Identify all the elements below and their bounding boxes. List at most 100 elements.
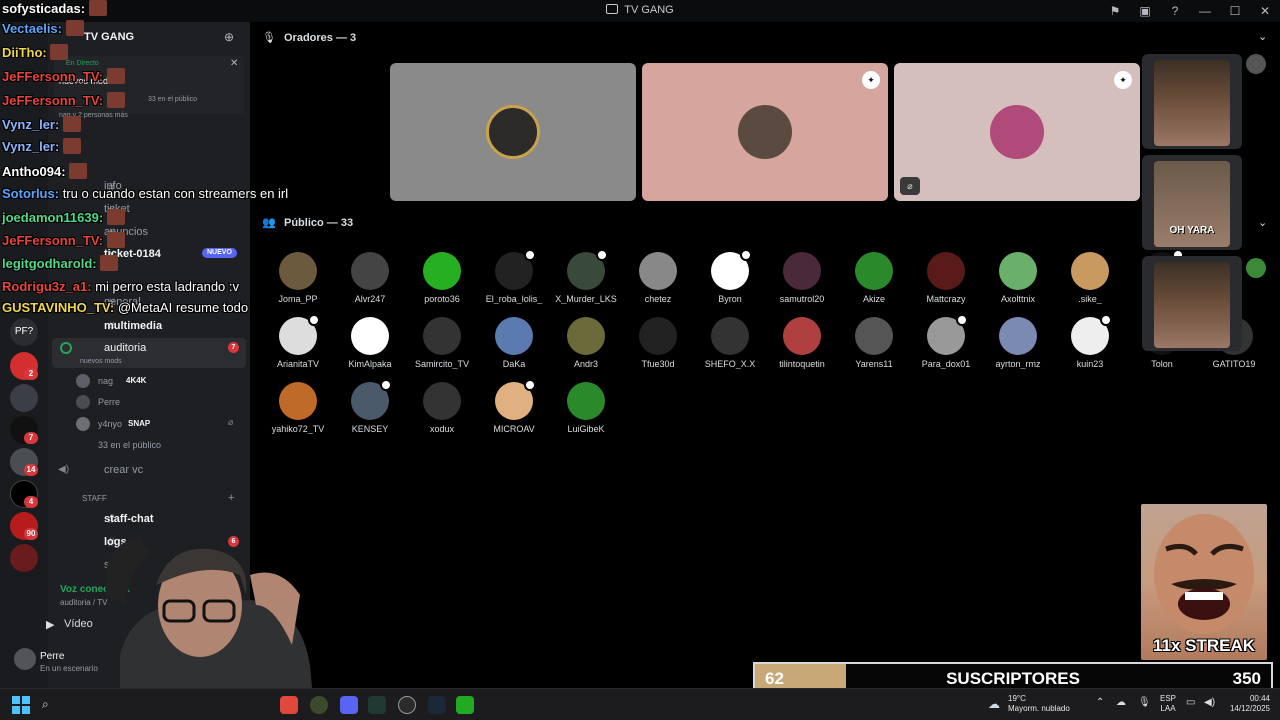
server-icon-pf[interactable]: PF? — [10, 318, 38, 346]
cloud-icon[interactable]: ☁ — [1116, 697, 1126, 708]
audience-member[interactable]: Byron — [694, 249, 766, 304]
audience-member[interactable]: ayrton_rmz — [982, 317, 1054, 369]
audience-member[interactable]: poroto36 — [406, 252, 478, 304]
camera-cell — [1142, 256, 1242, 351]
auditoria-badge: 7 — [228, 342, 239, 353]
minimize-button[interactable]: — — [1190, 4, 1220, 18]
audience-member[interactable]: chetez — [622, 252, 694, 304]
audience-name: tilintoquetin — [779, 359, 825, 369]
avatar — [495, 249, 536, 290]
windows-start-icon[interactable] — [12, 696, 30, 714]
server-icon-8[interactable] — [10, 544, 38, 572]
language-indicator[interactable]: ESP LAA — [1160, 694, 1176, 714]
voice-user-name[interactable]: y4nyo — [98, 419, 122, 429]
audience-member[interactable]: .sike_ — [1054, 252, 1126, 304]
avatar — [927, 314, 968, 355]
app-icon[interactable] — [456, 696, 474, 714]
inbox-icon[interactable]: ⚑ — [1100, 4, 1130, 18]
live-audience: 33 en el público — [148, 96, 198, 103]
audience-member[interactable]: xodux — [406, 382, 478, 434]
audience-member[interactable]: ArianitaTV — [262, 314, 334, 369]
add-member-icon[interactable]: ⊕ — [224, 30, 234, 44]
avatar — [1071, 252, 1109, 290]
audience-member[interactable]: Yarens11 — [838, 317, 910, 369]
app-icon[interactable] — [368, 696, 386, 714]
audience-count: 33 en el público — [98, 440, 162, 450]
microphone-icon[interactable]: 🎙 — [1138, 697, 1151, 708]
audience-member[interactable]: LuiGibeK — [550, 382, 622, 434]
audience-member[interactable]: Tfue30d — [622, 317, 694, 369]
chevron-up-icon[interactable]: ⌃ — [1096, 697, 1104, 708]
clock[interactable]: 00:44 14/12/2025 — [1226, 694, 1270, 714]
channel-general[interactable]: general — [104, 296, 141, 308]
volume-icon[interactable]: ◀) — [1204, 697, 1215, 708]
channel-info[interactable]: info — [104, 180, 122, 192]
audience-member[interactable]: Axolttnix — [982, 252, 1054, 304]
audience-member[interactable]: Andr3 — [550, 317, 622, 369]
live-pill: En Directo — [66, 60, 99, 67]
steam-icon[interactable] — [428, 696, 446, 714]
audience-member[interactable]: El_roba_lolis_ — [478, 249, 550, 304]
obs-icon[interactable] — [398, 696, 416, 714]
dismiss-icon[interactable]: ✕ — [230, 58, 238, 69]
help-icon[interactable]: ? — [1160, 4, 1190, 18]
audience-member[interactable]: SHEFO_X.X — [694, 317, 766, 369]
audience-member[interactable]: tilintoquetin — [766, 317, 838, 369]
channel-crear-vc[interactable]: crear vc — [104, 464, 143, 476]
audience-member[interactable]: X_Murder_LKS — [550, 249, 622, 304]
channel-auditoria-row[interactable]: auditoria nuevos mods 7 — [52, 338, 246, 368]
channel-ticket[interactable]: ticket — [104, 203, 130, 215]
speaker-icon: ◀) — [58, 464, 70, 475]
channel-staff-chat[interactable]: staff-chat — [104, 513, 154, 525]
close-button[interactable]: ✕ — [1250, 4, 1280, 18]
audience-member[interactable]: Para_dox01 — [910, 314, 982, 369]
channel-multimedia[interactable]: multimedia — [104, 320, 162, 332]
audience-member[interactable]: Mattcrazy — [910, 252, 982, 304]
channel-ticket-0184[interactable]: ticket-0184 — [104, 248, 161, 260]
speaker-tile[interactable]: ✦ — [642, 63, 888, 201]
audience-member[interactable]: MICROAV — [478, 379, 550, 434]
audience-name: Axolttnix — [1000, 294, 1035, 304]
live-stage-card[interactable]: En Directo nuevos mod nag y 2 personas m… — [54, 56, 244, 119]
app-icon[interactable] — [310, 696, 328, 714]
audience-member[interactable]: samutrol20 — [766, 252, 838, 304]
audience-member[interactable]: Joma_PP — [262, 252, 334, 304]
discord-icon[interactable] — [340, 696, 358, 714]
audience-member[interactable]: Alvr247 — [334, 252, 406, 304]
voice-user-name[interactable]: nag — [98, 376, 113, 386]
speaker-tile[interactable]: ✦ ⌀ — [894, 63, 1140, 201]
category-staff[interactable]: STAFF — [82, 494, 107, 503]
chevron-down-icon[interactable]: ⌄ — [1258, 216, 1267, 229]
server-icon-3[interactable] — [10, 384, 38, 412]
channel-anuncios[interactable]: anuncios — [104, 226, 148, 238]
user-avatar[interactable] — [14, 648, 36, 670]
audience-member[interactable]: yahiko72_TV — [262, 382, 334, 434]
lang-code: ESP — [1160, 694, 1177, 703]
audience-name: Samircito_TV — [414, 359, 469, 369]
audience-member[interactable]: Samircito_TV — [406, 317, 478, 369]
avatar — [486, 105, 540, 159]
brave-browser-icon[interactable] — [280, 696, 298, 714]
screen-icon[interactable]: ▣ — [1130, 4, 1160, 18]
avatar — [1071, 314, 1112, 355]
maximize-button[interactable]: ☐ — [1220, 4, 1250, 18]
audience-member[interactable]: Akize — [838, 252, 910, 304]
audience-member[interactable]: kuin23 — [1054, 314, 1126, 369]
audience-member[interactable]: DaKa — [478, 317, 550, 369]
audience-member[interactable]: KimAlpaka — [334, 317, 406, 369]
weather-widget[interactable]: 19°C Mayorm. nublado — [1008, 694, 1070, 714]
layout-code: LAA — [1160, 704, 1176, 713]
avatar — [351, 252, 389, 290]
audience-name: LuiGibeK — [567, 424, 605, 434]
voice-user-name[interactable]: Perre — [98, 397, 120, 407]
server-name[interactable]: TV GANG — [84, 31, 134, 43]
add-channel-icon[interactable]: + — [228, 492, 234, 504]
search-icon[interactable]: ⌕ — [42, 697, 49, 712]
avatar — [423, 252, 461, 290]
network-icon[interactable]: ▭ — [1186, 697, 1195, 708]
audience-member[interactable]: KENSEY — [334, 379, 406, 434]
server-badge: 90 — [24, 528, 38, 540]
chevron-down-icon[interactable]: ⌄ — [1258, 30, 1267, 43]
webcam-face — [1154, 60, 1230, 146]
speaker-tile[interactable] — [390, 63, 636, 201]
